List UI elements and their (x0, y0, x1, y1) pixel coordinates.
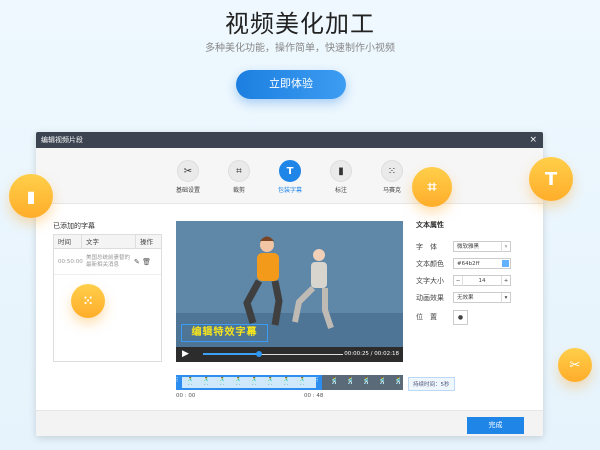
table-row[interactable]: 00:50:00 美国总统前妻替的最新相关消息 ✎ 🗑 (54, 249, 161, 275)
video-preview[interactable]: 编辑特效字幕 ▶ 00:00:25 / 00:02:18 (176, 221, 403, 362)
thumbnail-frame: 🕺 (218, 377, 227, 385)
text-icon: T (529, 157, 573, 201)
seek-handle[interactable] (256, 351, 262, 357)
page-subtitle: 多种美化功能，操作简单，快速制作小视频 (205, 43, 395, 54)
page-title: 视频美化加工 (225, 10, 375, 38)
tool-subtitle[interactable]: T 包装字幕 (265, 160, 315, 194)
thumbnail-frame: 🕺 (330, 377, 339, 385)
try-now-button[interactable]: 立即体验 (236, 70, 346, 99)
timeline-end: 00 : 48 (304, 393, 324, 399)
crop-icon: ⌗ (228, 160, 250, 182)
trim-handle-left[interactable]: ⁝ (176, 376, 182, 389)
bookmark-icon: ▮ (9, 174, 53, 218)
timeline-strip[interactable]: 🕺🕺🕺🕺🕺🕺🕺🕺🕺🕺🕺🕺🕺🕺⁝ ⁝ (176, 375, 403, 390)
tool-annotate[interactable]: ▮ 标注 (316, 160, 366, 194)
text-icon: T (279, 160, 301, 182)
thumbnail-frame: 🕺 (234, 377, 243, 385)
edit-video-dialog: 编辑视频片段 × ✂ 基础设置 ⌗ 裁剪 T 包装字幕 ▮ 标注 ⁙ 马赛克 已添加的字幕… (36, 132, 543, 436)
close-icon[interactable]: × (529, 132, 537, 148)
size-stepper[interactable]: −14 + (453, 275, 511, 286)
thumbnail-frame: 🕺 (186, 377, 195, 385)
font-select[interactable]: 微软雅黑 ▾ (453, 241, 511, 252)
thumbnail-frame: 🕺 (250, 377, 259, 385)
crop-icon: ⌗ (412, 167, 452, 207)
duration-tooltip: 持续时间：5秒 (408, 377, 455, 391)
thumbnail-frame: 🕺 (298, 377, 307, 385)
position-picker[interactable]: ● (453, 309, 468, 325)
dialog-footer: 完成 (36, 410, 543, 436)
toolbar: ✂ 基础设置 ⌗ 裁剪 T 包装字幕 ▮ 标注 ⁙ 马赛克 (36, 148, 543, 204)
thumbnail-frame: 🕺 (202, 377, 211, 385)
increase-button[interactable]: + (501, 276, 510, 286)
scissors-icon: ✂ (558, 348, 592, 382)
scissors-icon: ✂ (177, 160, 199, 182)
video-time: 00:00:25 / 00:02:18 (344, 351, 399, 357)
tool-basic-settings[interactable]: ✂ 基础设置 (163, 160, 213, 194)
col-actions: 操作 (140, 238, 153, 246)
thumbnail-frame: 🕺 (266, 377, 275, 385)
subtitle-table: 时间 文字 操作 00:50:00 美国总统前妻替的最新相关消息 ✎ 🗑 (53, 234, 162, 362)
mosaic-icon: ⁙ (71, 284, 105, 318)
bookmark-icon: ▮ (330, 160, 352, 182)
timeline-start: 00 : 00 (176, 393, 196, 399)
trash-icon[interactable]: 🗑 (142, 258, 151, 266)
thumbnail-frame: 🕺 (282, 377, 291, 385)
mosaic-icon: ⁙ (381, 160, 403, 182)
edit-icon[interactable]: ✎ (134, 258, 140, 266)
dialog-title: 编辑视频片段 (41, 136, 83, 144)
thumbnail-frame: 🕺 (378, 377, 387, 385)
added-subtitles-label: 已添加的字幕 (53, 222, 95, 230)
tool-crop[interactable]: ⌗ 裁剪 (214, 160, 264, 194)
color-swatch (502, 260, 509, 267)
thumbnail-frame: 🕺 (394, 377, 403, 385)
thumbnail-frame: 🕺 (362, 377, 371, 385)
thumbnail-frame: 🕺 (346, 377, 355, 385)
decrease-button[interactable]: − (454, 276, 463, 286)
props-title: 文本属性 (416, 221, 444, 229)
col-time: 时间 (54, 235, 82, 248)
animation-select[interactable]: 无效果 ▾ (453, 292, 511, 303)
done-button[interactable]: 完成 (467, 417, 524, 434)
trim-handle-right[interactable]: ⁝ (316, 376, 322, 389)
caption-overlay[interactable]: 编辑特效字幕 (181, 324, 268, 342)
text-properties: 文本属性 字 体微软雅黑 ▾ 文本颜色 #64b2ff 文字大小 −14 + 动画效果无… (416, 220, 536, 328)
dialog-header: 编辑视频片段 (36, 132, 543, 148)
color-input[interactable]: #64b2ff (453, 258, 511, 269)
col-text: 文字 (82, 235, 136, 248)
play-icon[interactable]: ▶ (182, 349, 189, 359)
tool-mosaic[interactable]: ⁙ 马赛克 (367, 160, 417, 194)
player-controls: ▶ 00:00:25 / 00:02:18 (176, 347, 403, 362)
